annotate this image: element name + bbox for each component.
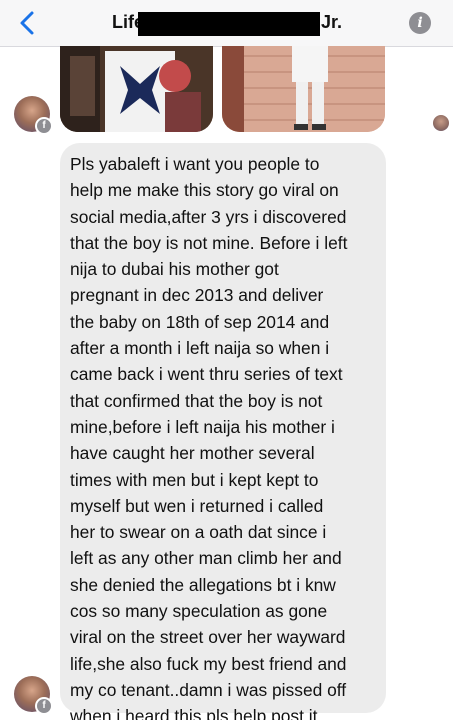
message-line: she denied the allegations bt i knw bbox=[70, 574, 336, 595]
photo-content bbox=[60, 46, 213, 132]
chat-screen: Life Jr. i f Pls yabaleft i want you peo… bbox=[0, 0, 453, 720]
back-button[interactable] bbox=[16, 9, 40, 37]
info-icon[interactable]: i bbox=[409, 12, 431, 34]
message-line: nija to dubai his mother got bbox=[70, 259, 279, 280]
message-bubble[interactable]: Pls yabaleft i want you people to help m… bbox=[60, 143, 386, 720]
photo-content bbox=[222, 46, 385, 132]
message-line: after a month i left naija so when i bbox=[70, 338, 330, 359]
sender-avatar[interactable]: f bbox=[14, 676, 53, 715]
message-line: the baby on 18th of sep 2014 and bbox=[70, 311, 330, 332]
shared-photo[interactable] bbox=[222, 46, 385, 132]
message-line: viral on the street over her wayward bbox=[70, 627, 346, 648]
message-line: help me make this story go viral on bbox=[70, 180, 339, 201]
message-line: social media,after 3 yrs i discovered bbox=[70, 206, 347, 227]
message-line: that the boy is not mine. Before i left bbox=[70, 232, 348, 253]
message-line: have caught her mother several bbox=[70, 443, 315, 464]
message-line: mine,before i left naija his mother i bbox=[70, 416, 335, 437]
sender-avatar[interactable]: f bbox=[14, 96, 53, 135]
message-line: her to swear on a oath dat since i bbox=[70, 522, 327, 543]
conversation-title[interactable]: Life Jr. bbox=[112, 12, 352, 36]
message-line: pregnant in dec 2013 and deliver bbox=[70, 285, 324, 306]
chevron-left-icon bbox=[20, 11, 34, 35]
message-line: when i heard this,pls help post it bbox=[70, 706, 318, 720]
message-line: my co tenant..damn i was pissed off bbox=[70, 679, 347, 700]
message-text: Pls yabaleft i want you people to help m… bbox=[70, 151, 382, 720]
message-line: myself but wen i returned i called bbox=[70, 495, 324, 516]
seen-indicator-avatar bbox=[433, 115, 449, 131]
messenger-badge-icon: f bbox=[35, 697, 53, 715]
message-line: life,she also fuck my best friend and bbox=[70, 653, 347, 674]
messenger-badge-icon: f bbox=[35, 117, 53, 135]
message-line: cos so many speculation as gone bbox=[70, 601, 328, 622]
shared-photo[interactable] bbox=[60, 46, 213, 132]
message-line: came back i went thru series of text bbox=[70, 364, 343, 385]
redaction-bar bbox=[138, 12, 320, 36]
message-line: left as any other man climb her and bbox=[70, 548, 342, 569]
message-line: Pls yabaleft i want you people to bbox=[70, 154, 320, 174]
message-line: that confirmed that the boy is not bbox=[70, 390, 323, 411]
title-suffix: Jr. bbox=[321, 12, 343, 32]
message-line: times with men but i kept kept to bbox=[70, 469, 319, 490]
chat-header: Life Jr. i bbox=[0, 0, 453, 47]
